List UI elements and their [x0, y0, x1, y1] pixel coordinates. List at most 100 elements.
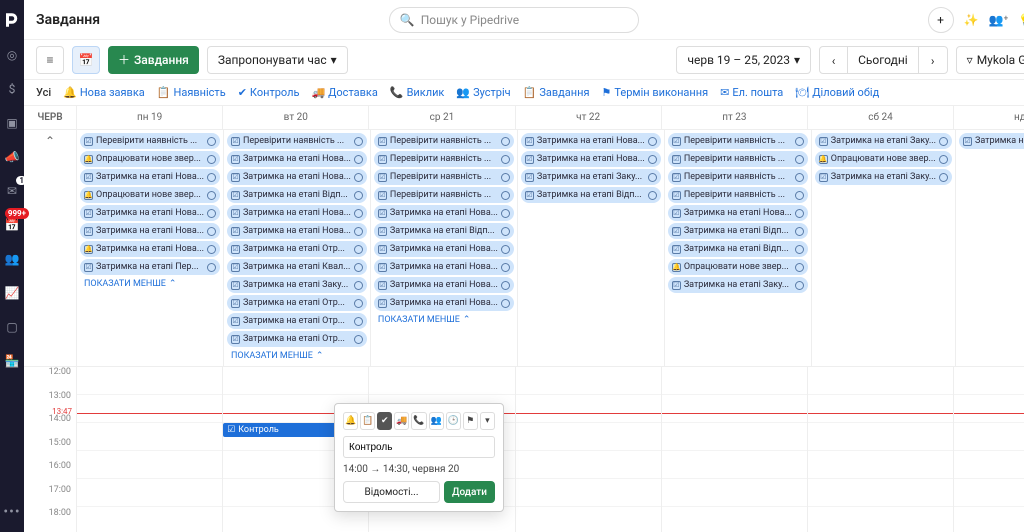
- task-pill[interactable]: ☑Затримка на етапі Заку...: [959, 133, 1024, 149]
- task-pill[interactable]: 🔔Затримка на етапі Нова...: [80, 241, 220, 257]
- nav-projects[interactable]: ▣: [1, 112, 23, 134]
- logo[interactable]: [0, 8, 24, 32]
- prev-week-button[interactable]: ‹: [820, 47, 848, 74]
- hour-cell[interactable]: [808, 451, 953, 479]
- task-pill[interactable]: ☑Затримка на етапі Відп...: [227, 187, 367, 203]
- task-pill[interactable]: ☑Перевірити наявність ...: [227, 133, 367, 149]
- filter-item[interactable]: ✉Ел. пошта: [720, 86, 783, 99]
- task-complete-radio[interactable]: [795, 137, 804, 146]
- task-pill[interactable]: 🔔Опрацювати нове звер...: [668, 259, 808, 275]
- task-pill[interactable]: ☑Затримка на етапі Нова...: [374, 295, 514, 311]
- time-column[interactable]: [953, 367, 1024, 532]
- task-pill[interactable]: ☑Затримка на етапі Заку...: [815, 169, 952, 185]
- task-pill[interactable]: ☑Затримка на етапі Квал...: [227, 259, 367, 275]
- task-complete-radio[interactable]: [354, 209, 363, 218]
- nav-deals[interactable]: $: [1, 78, 23, 100]
- hour-cell[interactable]: [954, 479, 1024, 507]
- popup-title-input[interactable]: [343, 436, 495, 458]
- task-pill[interactable]: ☑Затримка на етапі Нова...: [227, 223, 367, 239]
- task-pill[interactable]: ☑Затримка на етапі Нова...: [668, 205, 808, 221]
- task-pill[interactable]: ☑Затримка на етапі Нова...: [227, 151, 367, 167]
- hour-cell[interactable]: [516, 423, 661, 451]
- popup-type-clock[interactable]: 🕒: [446, 412, 461, 430]
- task-complete-radio[interactable]: [501, 173, 510, 182]
- task-complete-radio[interactable]: [501, 281, 510, 290]
- task-complete-radio[interactable]: [501, 299, 510, 308]
- filter-item[interactable]: 📞Виклик: [390, 86, 445, 99]
- hour-cell[interactable]: [662, 451, 807, 479]
- nav-insights[interactable]: 📈: [1, 282, 23, 304]
- task-pill[interactable]: ☑Затримка на етапі Нова...: [80, 223, 220, 239]
- task-complete-radio[interactable]: [795, 191, 804, 200]
- hour-cell[interactable]: [954, 451, 1024, 479]
- task-complete-radio[interactable]: [354, 173, 363, 182]
- task-complete-radio[interactable]: [501, 191, 510, 200]
- task-complete-radio[interactable]: [939, 173, 948, 182]
- task-pill[interactable]: ☑Перевірити наявність ...: [374, 151, 514, 167]
- announcements-icon[interactable]: ✨: [964, 13, 979, 27]
- hour-cell[interactable]: [77, 423, 222, 451]
- hour-cell[interactable]: [516, 367, 661, 395]
- task-complete-radio[interactable]: [501, 227, 510, 236]
- popup-type-flag[interactable]: ⚑: [463, 412, 478, 430]
- task-complete-radio[interactable]: [207, 155, 216, 164]
- task-pill[interactable]: ☑Перевірити наявність ...: [668, 151, 808, 167]
- task-complete-radio[interactable]: [207, 209, 216, 218]
- task-complete-radio[interactable]: [795, 245, 804, 254]
- task-complete-radio[interactable]: [795, 155, 804, 164]
- task-pill[interactable]: ☑Затримка на етапі Нова...: [80, 169, 220, 185]
- task-complete-radio[interactable]: [207, 173, 216, 182]
- hour-cell[interactable]: [516, 395, 661, 423]
- task-complete-radio[interactable]: [939, 137, 948, 146]
- task-complete-radio[interactable]: [207, 263, 216, 272]
- task-complete-radio[interactable]: [648, 137, 657, 146]
- filter-item[interactable]: 🚚Доставка: [311, 86, 377, 99]
- popup-details-button[interactable]: Відомості...: [343, 481, 440, 503]
- task-complete-radio[interactable]: [207, 227, 216, 236]
- hour-cell[interactable]: [369, 367, 514, 395]
- nav-campaigns[interactable]: 📣: [1, 146, 23, 168]
- invite-users-icon[interactable]: 👥⁺: [989, 13, 1009, 27]
- nav-more[interactable]: •••: [3, 504, 20, 520]
- task-complete-radio[interactable]: [795, 227, 804, 236]
- nav-products[interactable]: ▢: [1, 316, 23, 338]
- task-pill[interactable]: ☑Затримка на етапі Відп...: [374, 223, 514, 239]
- popup-type-clipboard[interactable]: 📋: [360, 412, 375, 430]
- propose-time-button[interactable]: Запропонувати час ▾: [207, 46, 348, 74]
- task-complete-radio[interactable]: [354, 155, 363, 164]
- task-complete-radio[interactable]: [795, 281, 804, 290]
- task-pill[interactable]: ☑Затримка на етапі Пер...: [80, 259, 220, 275]
- popup-type-more[interactable]: ▾: [480, 412, 495, 430]
- task-pill[interactable]: ☑Затримка на етапі Заку...: [227, 277, 367, 293]
- task-pill[interactable]: ☑Затримка на етапі Заку...: [521, 169, 661, 185]
- task-pill[interactable]: ☑Перевірити наявність ...: [374, 133, 514, 149]
- hour-cell[interactable]: [808, 367, 953, 395]
- task-pill[interactable]: ☑Затримка на етапі Відп...: [668, 223, 808, 239]
- hour-cell[interactable]: [662, 507, 807, 532]
- hour-cell[interactable]: [808, 423, 953, 451]
- task-complete-radio[interactable]: [354, 299, 363, 308]
- filter-item[interactable]: 📋Завдання: [523, 86, 590, 99]
- task-complete-radio[interactable]: [354, 227, 363, 236]
- popup-type-truck[interactable]: 🚚: [394, 412, 409, 430]
- task-complete-radio[interactable]: [795, 173, 804, 182]
- next-week-button[interactable]: ›: [919, 47, 947, 74]
- add-button[interactable]: +: [928, 7, 954, 33]
- hour-cell[interactable]: [223, 367, 368, 395]
- task-pill[interactable]: ☑Затримка на етапі Отр...: [227, 331, 367, 347]
- list-view-toggle[interactable]: ≡: [36, 46, 64, 74]
- show-less-link[interactable]: ПОКАЗАТИ МЕНШЕ ⌃: [227, 349, 367, 363]
- task-pill[interactable]: ☑Затримка на етапі Отр...: [227, 241, 367, 257]
- show-less-link[interactable]: ПОКАЗАТИ МЕНШЕ ⌃: [80, 277, 220, 291]
- task-pill[interactable]: ☑Затримка на етапі Отр...: [227, 313, 367, 329]
- filter-item[interactable]: 🍽Діловий обід: [795, 86, 879, 99]
- collapse-allday-button[interactable]: ⌃: [45, 134, 55, 148]
- nav-marketplace[interactable]: 🏪: [1, 350, 23, 372]
- filter-all[interactable]: Усі: [36, 86, 51, 99]
- hour-cell[interactable]: [516, 479, 661, 507]
- calendar-view-toggle[interactable]: 📅: [72, 46, 100, 74]
- time-column[interactable]: [76, 367, 222, 532]
- filter-item[interactable]: 🔔Нова заявка: [63, 86, 145, 99]
- task-complete-radio[interactable]: [501, 209, 510, 218]
- hour-cell[interactable]: [662, 367, 807, 395]
